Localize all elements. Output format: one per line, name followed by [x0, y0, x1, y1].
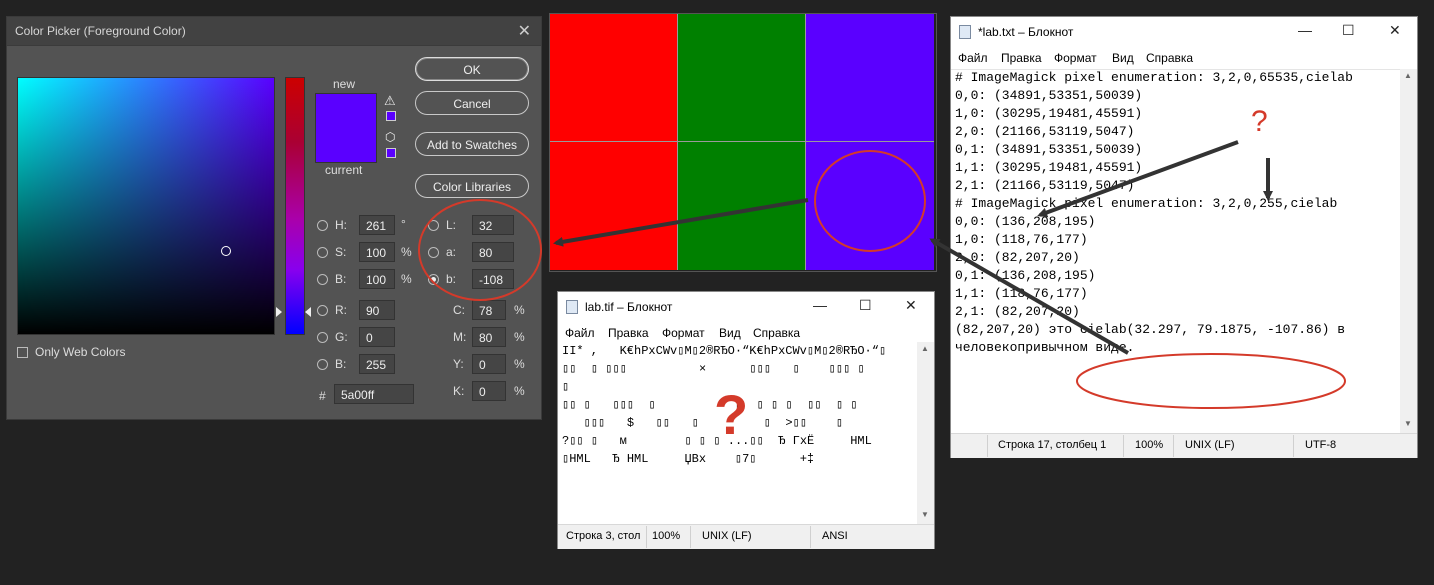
arrow-to-lab-fields — [553, 198, 809, 247]
arrow-to-255-block — [1037, 140, 1239, 218]
arrow-to-canvas — [929, 238, 1129, 355]
annotation-arrows — [553, 140, 1273, 355]
